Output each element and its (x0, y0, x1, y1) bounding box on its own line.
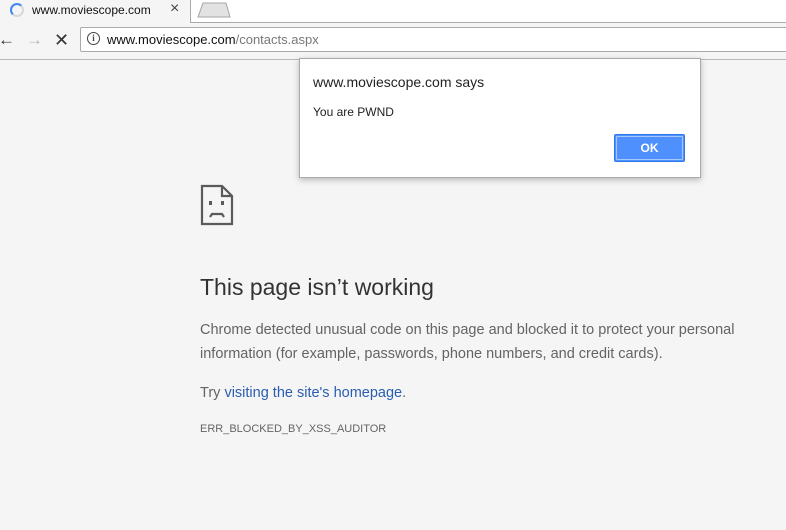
error-suggestion: Try visiting the site's homepage. (200, 381, 406, 405)
error-heading: This page isn’t working (200, 274, 434, 300)
address-bar[interactable]: i www.moviescope.com/contacts.aspx (80, 27, 786, 52)
error-code: ERR_BLOCKED_BY_XSS_AUDITOR (200, 423, 387, 435)
dialog-message: You are PWND (313, 105, 394, 119)
suggestion-suffix: . (402, 385, 407, 401)
loading-spinner-icon (10, 3, 24, 17)
url-host: www.moviescope.com (107, 32, 236, 47)
tab-title: www.moviescope.com (32, 3, 151, 17)
alert-dialog: www.moviescope.com says You are PWND OK (299, 58, 701, 178)
tab-active[interactable]: www.moviescope.com × (0, 0, 191, 23)
site-info-icon[interactable]: i (87, 32, 100, 45)
url-path: /contacts.aspx (235, 32, 319, 47)
stop-loading-button[interactable]: ✕ (54, 30, 69, 50)
new-tab-button[interactable] (197, 2, 231, 18)
dialog-title: www.moviescope.com says (313, 74, 485, 90)
forward-button[interactable]: → (26, 30, 43, 50)
back-button[interactable]: ← (0, 30, 15, 50)
tab-strip: www.moviescope.com × (0, 0, 786, 23)
tab-close-icon[interactable]: × (170, 0, 179, 18)
homepage-link[interactable]: visiting the site's homepage (224, 385, 402, 401)
url-text[interactable]: www.moviescope.com/contacts.aspx (107, 32, 319, 47)
suggestion-prefix: Try (200, 385, 225, 401)
sad-page-icon (200, 184, 234, 226)
browser-toolbar: ← → ✕ i www.moviescope.com/contacts.aspx (0, 23, 786, 60)
ok-button[interactable]: OK (614, 134, 685, 162)
error-description: Chrome detected unusual code on this pag… (200, 322, 735, 362)
